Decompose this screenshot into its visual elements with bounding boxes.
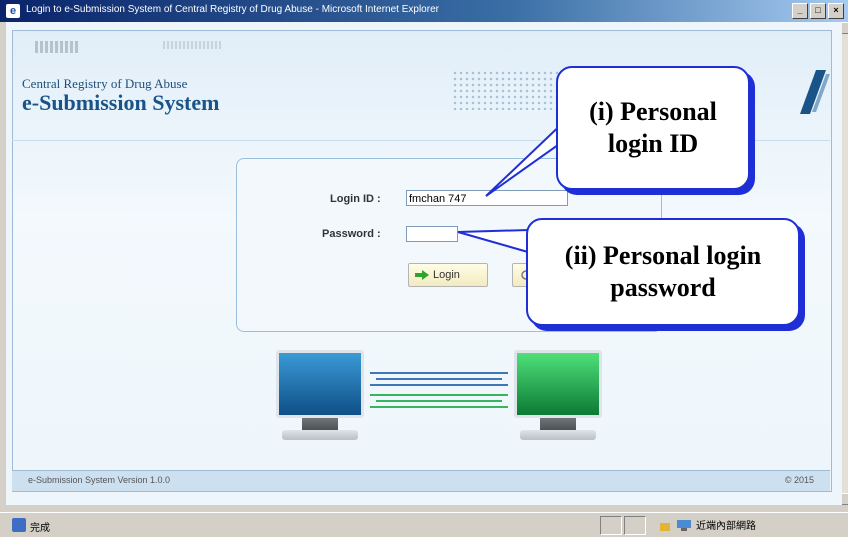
left-monitor-screen bbox=[276, 350, 364, 418]
intranet-icon bbox=[677, 519, 691, 531]
system-name: e-Submission System bbox=[22, 90, 220, 115]
window-controls: _ □ × bbox=[792, 3, 844, 19]
window-titlebar: e Login to e-Submission System of Centra… bbox=[0, 0, 848, 22]
window-title: Login to e-Submission System of Central … bbox=[26, 4, 439, 15]
status-pane bbox=[600, 516, 622, 535]
callout-password-text: (ii) Personal login password bbox=[564, 241, 762, 302]
login-id-input[interactable]: fmchan 747 bbox=[406, 190, 568, 206]
scroll-up-arrow[interactable] bbox=[842, 22, 848, 34]
version-text: e-Submission System Version 1.0.0 bbox=[28, 475, 171, 485]
green-arrow-icon bbox=[415, 270, 429, 280]
status-text: 完成 bbox=[30, 523, 50, 534]
copyright-text: © 2015 bbox=[784, 475, 814, 485]
right-monitor-screen bbox=[514, 350, 602, 418]
left-monitor-base bbox=[282, 430, 358, 440]
page-done-icon bbox=[12, 518, 26, 532]
callout-personal-login-password: (ii) Personal login password bbox=[526, 218, 800, 326]
login-button[interactable]: Login bbox=[408, 263, 488, 287]
zone-text: 近端內部網路 bbox=[696, 521, 756, 532]
crda-logo-mark bbox=[35, 41, 79, 53]
data-transfer-illustration bbox=[370, 372, 508, 408]
brand-slash-logo bbox=[800, 70, 830, 114]
dot-pattern-decoration bbox=[452, 70, 568, 110]
security-zone: 近端內部網路 bbox=[658, 517, 756, 532]
scroll-down-arrow[interactable] bbox=[842, 493, 848, 505]
page-footer: e-Submission System Version 1.0.0 © 2015 bbox=[12, 470, 830, 491]
minimize-button[interactable]: _ bbox=[792, 3, 808, 19]
maximize-button[interactable]: □ bbox=[810, 3, 826, 19]
close-button[interactable]: × bbox=[828, 3, 844, 19]
status-pane bbox=[624, 516, 646, 535]
callout-personal-login-id: (i) Personal login ID bbox=[556, 66, 750, 190]
right-monitor-base bbox=[520, 430, 596, 440]
login-button-label: Login bbox=[433, 269, 460, 281]
ie-icon: e bbox=[6, 4, 20, 18]
browser-statusbar: 完成 近端內部網路 bbox=[0, 512, 848, 537]
lock-icon bbox=[660, 522, 670, 531]
callout-login-id-text: (i) Personal login ID bbox=[589, 97, 717, 158]
login-id-label: Login ID : bbox=[330, 193, 381, 205]
vertical-scrollbar[interactable] bbox=[842, 22, 848, 505]
password-label: Password : bbox=[322, 228, 381, 240]
password-input[interactable] bbox=[406, 226, 458, 242]
header-decoration bbox=[163, 41, 221, 49]
